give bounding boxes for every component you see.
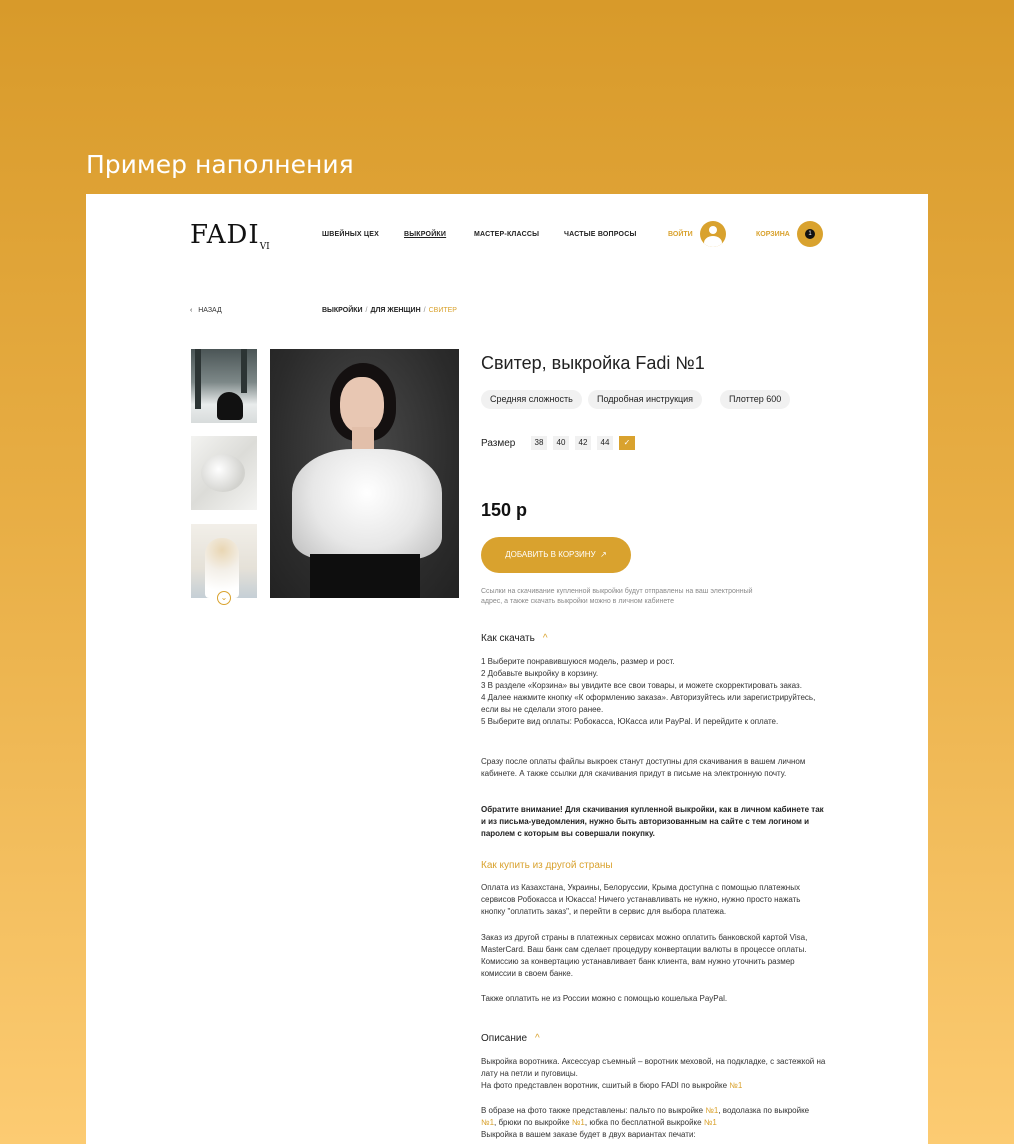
nav-patterns[interactable]: ВЫКРОЙКИ bbox=[404, 231, 446, 238]
nav-master-classes[interactable]: МАСТЕР-КЛАССЫ bbox=[474, 231, 539, 238]
thumbnail-1[interactable] bbox=[191, 349, 257, 423]
thumbnail-2[interactable] bbox=[191, 436, 257, 510]
abroad-text-3: Также оплатить не из России можно с помо… bbox=[481, 994, 728, 1003]
chevron-up-icon: ^ bbox=[542, 633, 548, 644]
how-to-steps: 1 Выберите понравившуюся модель, размер … bbox=[481, 657, 816, 726]
description-text-2: В образе на фото также представлены: пал… bbox=[481, 1106, 810, 1139]
chevron-left-icon: ‹ bbox=[190, 307, 193, 314]
size-40[interactable]: 40 bbox=[553, 436, 569, 450]
tag-plotter: Плоттер 600 bbox=[720, 390, 791, 409]
cart-icon[interactable]: 1 bbox=[797, 221, 823, 247]
description-toggle[interactable]: Описание ^ bbox=[481, 1033, 540, 1044]
after-payment-text: Сразу после оплаты файлы выкроек станут … bbox=[481, 757, 806, 778]
page-heading: Пример наполнения bbox=[86, 150, 354, 179]
nav-sewing-workshop[interactable]: ШВЕЙНЫХ ЦЕХ bbox=[322, 231, 379, 238]
tag-instruction: Подробная инструкция bbox=[588, 390, 703, 409]
product-page-card: FADIVI ШВЕЙНЫХ ЦЕХ ВЫКРОЙКИ МАСТЕР-КЛАСС… bbox=[86, 194, 928, 1144]
size-label: Размер bbox=[481, 438, 516, 449]
fadi-logo[interactable]: FADIVI bbox=[190, 220, 270, 252]
size-38[interactable]: 38 bbox=[531, 436, 547, 450]
breadcrumb: ВЫКРОЙКИ / ДЛЯ ЖЕНЩИН / СВИТЕР bbox=[322, 307, 457, 314]
size-42[interactable]: 42 bbox=[575, 436, 591, 450]
cart-link[interactable]: КОРЗИНА bbox=[756, 231, 790, 238]
size-44[interactable]: 44 bbox=[597, 436, 613, 450]
product-price: 150 р bbox=[481, 500, 528, 520]
login-link[interactable]: ВОЙТИ bbox=[668, 231, 693, 238]
user-avatar-icon[interactable] bbox=[700, 221, 726, 247]
thumbnail-3[interactable] bbox=[191, 524, 257, 598]
download-note: Ссылки на скачивание купленной выкройки … bbox=[481, 588, 753, 605]
cart-count-badge: 1 bbox=[805, 229, 815, 239]
abroad-text-1: Оплата из Казахстана, Украины, Белорусси… bbox=[481, 883, 801, 916]
chevron-up-icon: ^ bbox=[535, 1033, 540, 1044]
how-to-download-toggle[interactable]: Как скачать ^ bbox=[481, 633, 548, 644]
breadcrumb-women[interactable]: ДЛЯ ЖЕНЩИН bbox=[371, 307, 421, 314]
product-title: Свитер, выкройка Fadi №1 bbox=[481, 353, 705, 373]
breadcrumb-current: СВИТЕР bbox=[428, 307, 457, 314]
size-selected-check-icon[interactable]: ✓ bbox=[619, 436, 635, 450]
warning-text: Обратите внимание! Для скачивания куплен… bbox=[481, 805, 824, 838]
back-button[interactable]: ‹ НАЗАД bbox=[190, 307, 222, 314]
add-to-cart-button[interactable]: ДОБАВИТЬ В КОРЗИНУ ↗ bbox=[481, 537, 631, 573]
abroad-text-2: Заказ из другой страны в платежных серви… bbox=[481, 933, 808, 978]
tag-difficulty: Средняя сложность bbox=[481, 390, 582, 409]
pattern-link[interactable]: №1 bbox=[729, 1081, 742, 1090]
buy-abroad-title[interactable]: Как купить из другой страны bbox=[481, 860, 613, 871]
description-text-1: Выкройка воротника. Аксессуар съемный – … bbox=[481, 1057, 826, 1090]
breadcrumb-patterns[interactable]: ВЫКРОЙКИ bbox=[322, 307, 363, 314]
arrow-up-right-icon: ↗ bbox=[600, 550, 607, 559]
nav-faq[interactable]: ЧАСТЫЕ ВОПРОСЫ bbox=[564, 231, 637, 238]
chevron-down-icon[interactable]: ⌄ bbox=[217, 591, 231, 605]
main-product-photo bbox=[270, 349, 459, 598]
